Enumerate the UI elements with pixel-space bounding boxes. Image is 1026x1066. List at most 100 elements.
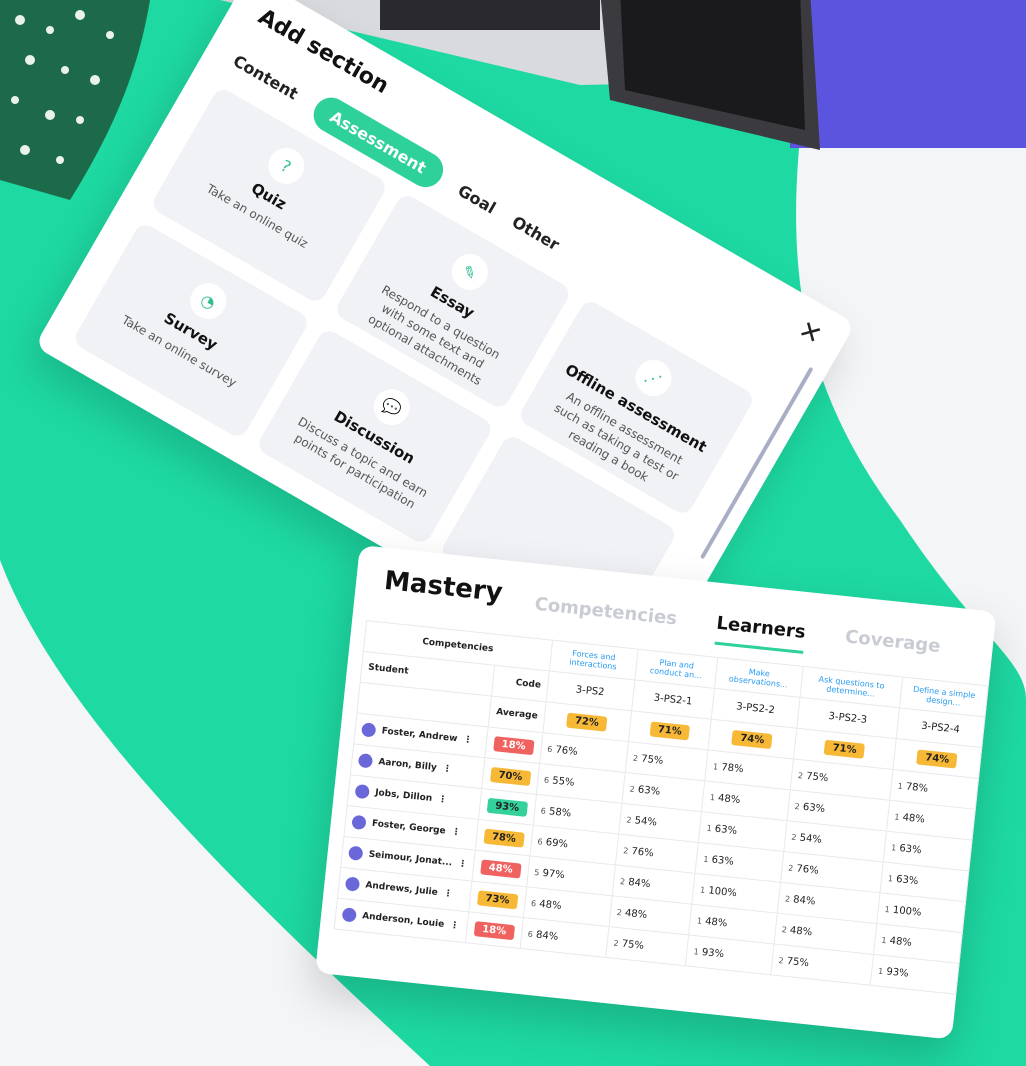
student-name-cell[interactable]: Seimour, Jonat... ⋮ [348, 845, 468, 872]
score-value: 76% [795, 862, 820, 877]
score-value: 63% [711, 854, 735, 868]
chat-icon: 💬 [367, 382, 417, 432]
attempt-count: 6 [543, 775, 550, 785]
student-name: Aaron, Billy [377, 757, 438, 774]
tab-coverage[interactable]: Coverage [843, 626, 941, 668]
student-average-badge: 48% [480, 858, 522, 879]
attempt-count: 2 [778, 955, 785, 966]
score-value: 69% [545, 836, 569, 850]
avatar [357, 753, 374, 769]
attempt-count: 2 [622, 845, 629, 856]
attempt-count: 2 [619, 876, 626, 887]
attempt-count: 1 [893, 811, 900, 822]
attempt-count: 2 [781, 924, 788, 935]
more-icon[interactable]: ⋮ [458, 859, 468, 870]
avatar [348, 845, 364, 861]
score-value: 54% [634, 814, 658, 829]
more-icon[interactable]: ⋮ [438, 795, 448, 806]
attempt-count: 2 [613, 938, 620, 948]
mastery-card: Mastery Competencies Learners Coverage C… [315, 545, 997, 1040]
tab-goal[interactable]: Goal [455, 181, 499, 218]
score-value: 100% [892, 904, 922, 919]
quiz-icon: ? [261, 141, 311, 191]
student-name-cell[interactable]: Aaron, Billy ⋮ [357, 753, 478, 779]
score-value: 48% [538, 898, 563, 912]
score-value: 63% [714, 823, 738, 837]
attempt-count: 1 [712, 761, 719, 772]
attempt-count: 1 [880, 935, 887, 945]
score-value: 63% [895, 873, 919, 887]
avatar [354, 783, 370, 800]
score-value: 63% [898, 842, 923, 856]
attempt-count: 1 [897, 781, 904, 791]
score-value: 48% [902, 811, 926, 826]
tab-learners[interactable]: Learners [714, 612, 807, 654]
score-value: 84% [627, 876, 651, 890]
score-value: 84% [792, 893, 816, 908]
score-value: 63% [637, 783, 661, 798]
attempt-count: 2 [787, 863, 794, 873]
score-value: 48% [624, 907, 648, 921]
avatar [344, 876, 361, 892]
score-value: 75% [640, 753, 664, 767]
score-value: 78% [720, 761, 745, 775]
student-name-cell[interactable]: Foster, George ⋮ [351, 814, 471, 841]
student-name: Foster, Andrew [381, 726, 458, 745]
score-value: 58% [548, 805, 572, 820]
attempt-count: 6 [527, 929, 534, 939]
student-name-cell[interactable]: Jobs, Dillon ⋮ [354, 783, 475, 810]
more-icon[interactable]: ⋮ [463, 735, 473, 746]
student-name-cell[interactable]: Foster, Andrew ⋮ [361, 722, 481, 748]
competency-average-badge: 71% [823, 739, 866, 759]
wifi-off-icon: ⋰ [628, 353, 679, 403]
score-value: 48% [789, 924, 813, 938]
student-name: Seimour, Jonat... [368, 849, 453, 869]
more-icon[interactable]: ⋮ [451, 827, 461, 838]
attempt-count: 1 [699, 884, 706, 895]
attempt-count: 2 [629, 784, 636, 794]
avatar [351, 814, 367, 831]
student-name: Anderson, Louie [361, 911, 445, 930]
score-value: 93% [885, 965, 910, 980]
attempt-count: 2 [791, 832, 798, 842]
student-average-badge: 18% [493, 735, 535, 755]
score-value: 48% [889, 935, 913, 949]
attempt-count: 2 [632, 753, 639, 763]
attempt-count: 1 [877, 966, 884, 976]
competency-average-badge: 74% [731, 729, 773, 749]
attempt-count: 1 [702, 854, 709, 864]
attempt-count: 2 [794, 801, 801, 811]
student-name-cell[interactable]: Andrews, Julie ⋮ [344, 876, 465, 902]
attempt-count: 1 [696, 915, 703, 926]
attempt-count: 1 [887, 873, 894, 884]
attempt-count: 6 [537, 836, 544, 847]
score-value: 63% [802, 801, 826, 815]
attempt-count: 1 [693, 946, 700, 957]
student-name: Andrews, Julie [364, 880, 439, 898]
competency-average-badge: 71% [649, 720, 691, 740]
tab-other[interactable]: Other [509, 212, 563, 254]
attempt-count: 6 [540, 805, 547, 816]
score-value: 97% [542, 867, 566, 881]
student-average-badge: 70% [489, 766, 532, 786]
score-value: 48% [717, 792, 741, 806]
avatar [361, 722, 377, 738]
close-icon[interactable]: ✕ [793, 315, 827, 352]
score-value: 76% [554, 744, 579, 758]
attempt-count: 2 [626, 814, 633, 825]
student-average-badge: 18% [473, 920, 515, 940]
more-icon[interactable]: ⋮ [450, 921, 460, 932]
attempt-count: 2 [784, 893, 791, 904]
score-value: 100% [707, 884, 738, 899]
more-icon[interactable]: ⋮ [442, 764, 452, 775]
mastery-table: Competencies Forces and interactions Pla… [334, 620, 989, 995]
more-icon[interactable]: ⋮ [443, 889, 453, 900]
attempt-count: 6 [530, 898, 537, 908]
student-name-cell[interactable]: Anderson, Louie ⋮ [341, 907, 462, 933]
attempt-count: 2 [616, 907, 623, 917]
student-name: Jobs, Dillon [374, 787, 433, 804]
score-value: 75% [786, 955, 810, 969]
tab-content[interactable]: Content [230, 51, 302, 103]
score-value: 93% [701, 946, 725, 960]
tab-competencies[interactable]: Competencies [533, 594, 678, 641]
